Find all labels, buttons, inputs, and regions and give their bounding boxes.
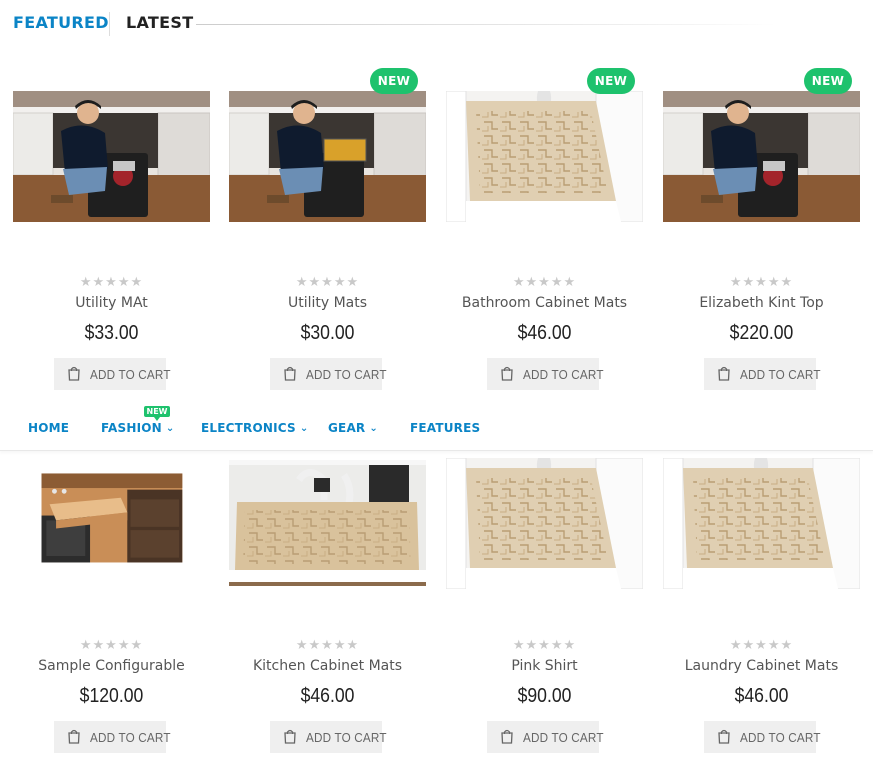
- product-card[interactable]: ★★★★★ Utility MAt $33.00 ADD TO CART: [13, 80, 210, 410]
- product-image[interactable]: [229, 460, 426, 586]
- product-name[interactable]: Utility MAt: [13, 295, 210, 311]
- nav-features-label: FEATURES: [410, 421, 481, 435]
- rating-stars: ★★★★★: [295, 274, 360, 289]
- nav-gear-label: GEAR: [328, 421, 366, 435]
- new-badge: NEW: [370, 68, 418, 94]
- chevron-down-icon: ⌄: [165, 423, 175, 434]
- shopping-bag-icon: [717, 729, 731, 744]
- product-card[interactable]: ★★★★★ Sample Configurable $120.00 ADD TO…: [13, 443, 210, 770]
- add-to-cart-button[interactable]: ADD TO CART: [487, 358, 603, 390]
- nav-fashion-label: FASHION: [101, 421, 162, 435]
- add-to-cart-label: ADD TO CART: [740, 730, 821, 745]
- add-to-cart-label: ADD TO CART: [740, 367, 821, 382]
- add-to-cart-button[interactable]: ADD TO CART: [704, 721, 820, 753]
- add-to-cart-label: ADD TO CART: [306, 730, 387, 745]
- add-to-cart-button[interactable]: ADD TO CART: [54, 358, 170, 390]
- product-tabs: FEATURED LATEST: [0, 0, 873, 48]
- product-price: $33.00: [84, 322, 139, 344]
- rating-stars: ★★★★★: [79, 274, 144, 289]
- product-image[interactable]: [13, 91, 210, 222]
- add-to-cart-button[interactable]: ADD TO CART: [54, 721, 170, 753]
- product-card[interactable]: NEW ★★★★★ Kitchen Cabinet Mats $46.00 AD…: [229, 421, 426, 770]
- chevron-down-icon: ⌄: [369, 423, 378, 434]
- nav-home[interactable]: HOME: [28, 421, 69, 435]
- add-to-cart-label: ADD TO CART: [90, 730, 171, 745]
- product-price: $46.00: [300, 685, 355, 707]
- tab-divider: [109, 12, 110, 36]
- add-to-cart-label: ADD TO CART: [90, 367, 171, 382]
- add-to-cart-label: ADD TO CART: [523, 367, 604, 382]
- product-name[interactable]: Bathroom Cabinet Mats: [446, 295, 643, 311]
- main-navigation: HOME FASHION ⌄ NEW ELECTRONICS ⌄ GEAR ⌄ FEA…: [0, 405, 873, 451]
- product-name[interactable]: Elizabeth Kint Top: [663, 295, 860, 311]
- product-price: $30.00: [300, 322, 355, 344]
- nav-electronics[interactable]: ELECTRONICS ⌄: [201, 421, 308, 435]
- add-to-cart-button[interactable]: ADD TO CART: [704, 358, 820, 390]
- product-image[interactable]: [13, 467, 210, 573]
- nav-fashion[interactable]: FASHION ⌄: [101, 421, 175, 435]
- tab-featured[interactable]: FEATURED: [13, 13, 109, 32]
- rating-stars: ★★★★★: [512, 274, 577, 289]
- product-card[interactable]: NEW ★★★★★ Elizabeth Kint Top $220.00 ADD…: [663, 68, 860, 410]
- shopping-bag-icon: [717, 366, 731, 381]
- new-badge: NEW: [587, 68, 635, 94]
- rating-stars: ★★★★★: [729, 274, 794, 289]
- add-to-cart-button[interactable]: ADD TO CART: [270, 721, 386, 753]
- product-image[interactable]: [446, 91, 643, 222]
- product-image[interactable]: [663, 91, 860, 222]
- product-card[interactable]: NEW ★★★★★ Utility Mats $30.00 ADD TO CAR…: [229, 68, 426, 410]
- product-price: $90.00: [517, 685, 572, 707]
- new-badge: NEW: [804, 68, 852, 94]
- product-name[interactable]: Laundry Cabinet Mats: [663, 658, 860, 674]
- shopping-bag-icon: [67, 729, 81, 744]
- product-price: $46.00: [734, 685, 789, 707]
- product-name[interactable]: Sample Configurable: [13, 658, 210, 674]
- product-image[interactable]: [229, 91, 426, 222]
- product-card[interactable]: NEW ★★★★★ Laundry Cabinet Mats $46.00 AD…: [663, 421, 860, 770]
- tab-latest[interactable]: LATEST: [126, 13, 193, 32]
- shopping-bag-icon: [67, 366, 81, 381]
- nav-new-badge: NEW: [144, 406, 170, 421]
- rating-stars: ★★★★★: [729, 637, 794, 652]
- rating-stars: ★★★★★: [79, 637, 144, 652]
- shopping-bag-icon: [283, 729, 297, 744]
- tab-rule: [196, 24, 776, 25]
- nav-home-label: HOME: [28, 421, 70, 435]
- product-price: $120.00: [79, 685, 144, 707]
- shopping-bag-icon: [283, 366, 297, 381]
- nav-features[interactable]: FEATURES: [410, 421, 480, 435]
- add-to-cart-label: ADD TO CART: [523, 730, 604, 745]
- add-to-cart-button[interactable]: ADD TO CART: [270, 358, 386, 390]
- product-price: $220.00: [729, 322, 794, 344]
- add-to-cart-button[interactable]: ADD TO CART: [487, 721, 603, 753]
- shopping-bag-icon: [500, 729, 514, 744]
- product-card[interactable]: ★★★★★ Pink Shirt $90.00 ADD TO CART: [446, 443, 643, 770]
- nav-gear[interactable]: GEAR ⌄: [328, 421, 378, 435]
- product-name[interactable]: Utility Mats: [229, 295, 426, 311]
- product-image[interactable]: [446, 458, 643, 589]
- product-image[interactable]: [663, 458, 860, 589]
- chevron-down-icon: ⌄: [299, 423, 309, 434]
- add-to-cart-label: ADD TO CART: [306, 367, 387, 382]
- product-price: $46.00: [517, 322, 572, 344]
- shopping-bag-icon: [500, 366, 514, 381]
- nav-electronics-label: ELECTRONICS: [201, 421, 296, 435]
- rating-stars: ★★★★★: [295, 637, 360, 652]
- product-card[interactable]: NEW ★★★★★ Bathroom Cabinet Mats $46.00 A…: [446, 68, 643, 410]
- product-name[interactable]: Pink Shirt: [446, 658, 643, 674]
- product-name[interactable]: Kitchen Cabinet Mats: [229, 658, 426, 674]
- rating-stars: ★★★★★: [512, 637, 577, 652]
